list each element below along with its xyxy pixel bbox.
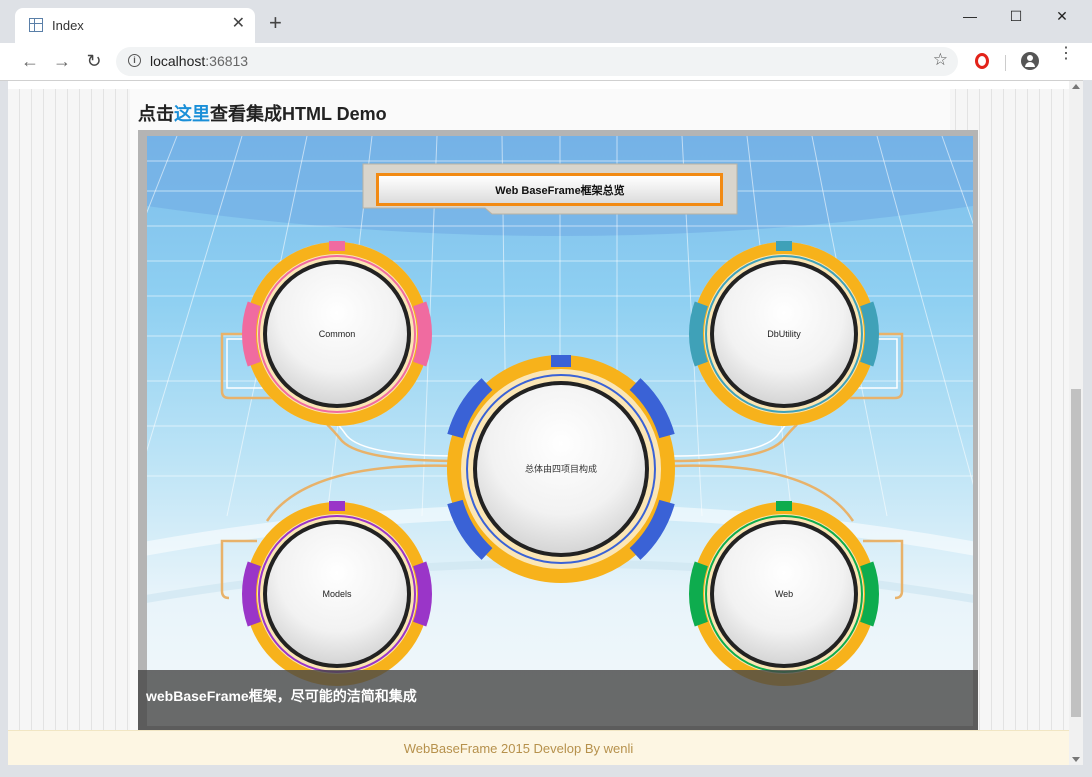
module-circle-1[interactable]: DbUtility [689, 241, 879, 426]
url-port: :36813 [205, 53, 249, 69]
slide-caption-bar: webBaseFrame框架，尽可能的洁简和集成 [138, 670, 978, 730]
module-circle-2[interactable]: Models [242, 501, 432, 686]
url-host: localhost [150, 53, 206, 69]
scrollbar-thumb[interactable] [1071, 389, 1081, 717]
heading-prefix: 点击 [138, 104, 174, 124]
tab-index[interactable]: Index ✕ [15, 8, 255, 43]
address-bar[interactable]: i localhost:36813 ☆ [116, 47, 958, 76]
maximize-button[interactable]: ☐ [993, 4, 1039, 28]
page-footer: WebBaseFrame 2015 Develop By wenli [8, 730, 1069, 765]
center-module[interactable]: 总体由四项目构成 [447, 355, 675, 583]
module-label: Web [775, 589, 793, 599]
diagram-title: Web BaseFrame框架总览 [495, 183, 624, 197]
browser-menu-icon[interactable]: ⋮ [1058, 46, 1074, 62]
module-circle-3[interactable]: Web [689, 501, 879, 686]
tab-title: Index [52, 18, 84, 33]
demo-link[interactable]: 这里 [174, 104, 210, 124]
browser-toolbar: ← → ↻ i localhost:36813 ☆ ⋮ [0, 43, 1092, 81]
slide-caption: webBaseFrame框架，尽可能的洁简和集成 [146, 688, 417, 704]
page-heading: 点击这里查看集成HTML Demo [138, 100, 387, 126]
minimize-button[interactable]: — [947, 4, 993, 28]
browser-window: Index ✕ + — ☐ ✕ ← → ↻ i localhost:36813 … [0, 0, 1092, 777]
window-border-bottom [0, 765, 1092, 777]
toolbar-divider [1005, 55, 1006, 71]
footer-text: WebBaseFrame 2015 Develop By wenli [403, 741, 634, 756]
window-border [1083, 80, 1092, 777]
bookmark-star-icon[interactable]: ☆ [933, 50, 948, 70]
forward-button[interactable]: → [50, 49, 74, 73]
vertical-scrollbar[interactable] [1069, 81, 1083, 765]
close-window-button[interactable]: ✕ [1039, 4, 1085, 28]
reload-button[interactable]: ↻ [82, 49, 106, 73]
framework-overview-slide[interactable]: Web BaseFrame框架总览 Common DbUtility Models W… [147, 136, 973, 726]
scroll-down-arrow-icon[interactable] [1072, 757, 1080, 762]
diagram-title-plate: Web BaseFrame框架总览 [362, 163, 738, 215]
page-viewport: 点击这里查看集成HTML Demo Web BaseFrame框架总览 Comm… [8, 81, 1069, 765]
scroll-up-arrow-icon[interactable] [1072, 84, 1080, 89]
opera-extension-icon[interactable] [975, 53, 989, 69]
new-tab-button[interactable]: + [269, 12, 282, 34]
module-label: Models [322, 589, 352, 599]
slideshow-frame: Web BaseFrame框架总览 Common DbUtility Models W… [138, 130, 978, 730]
heading-suffix: 查看集成HTML Demo [210, 104, 387, 124]
back-button[interactable]: ← [18, 49, 42, 73]
module-label: Common [319, 329, 356, 339]
tab-strip: Index ✕ + — ☐ ✕ [0, 0, 1092, 43]
center-module-label: 总体由四项目构成 [525, 463, 597, 474]
site-info-icon[interactable]: i [128, 54, 141, 67]
framework-diagram: Web BaseFrame框架总览 Common DbUtility Models W… [147, 136, 973, 686]
module-label: DbUtility [767, 329, 801, 339]
module-circle-0[interactable]: Common [242, 241, 432, 426]
account-icon[interactable] [1021, 52, 1039, 70]
page-favicon-icon [29, 18, 43, 32]
tab-close-icon[interactable]: ✕ [232, 15, 245, 33]
url-text[interactable]: localhost:36813 [150, 53, 248, 69]
